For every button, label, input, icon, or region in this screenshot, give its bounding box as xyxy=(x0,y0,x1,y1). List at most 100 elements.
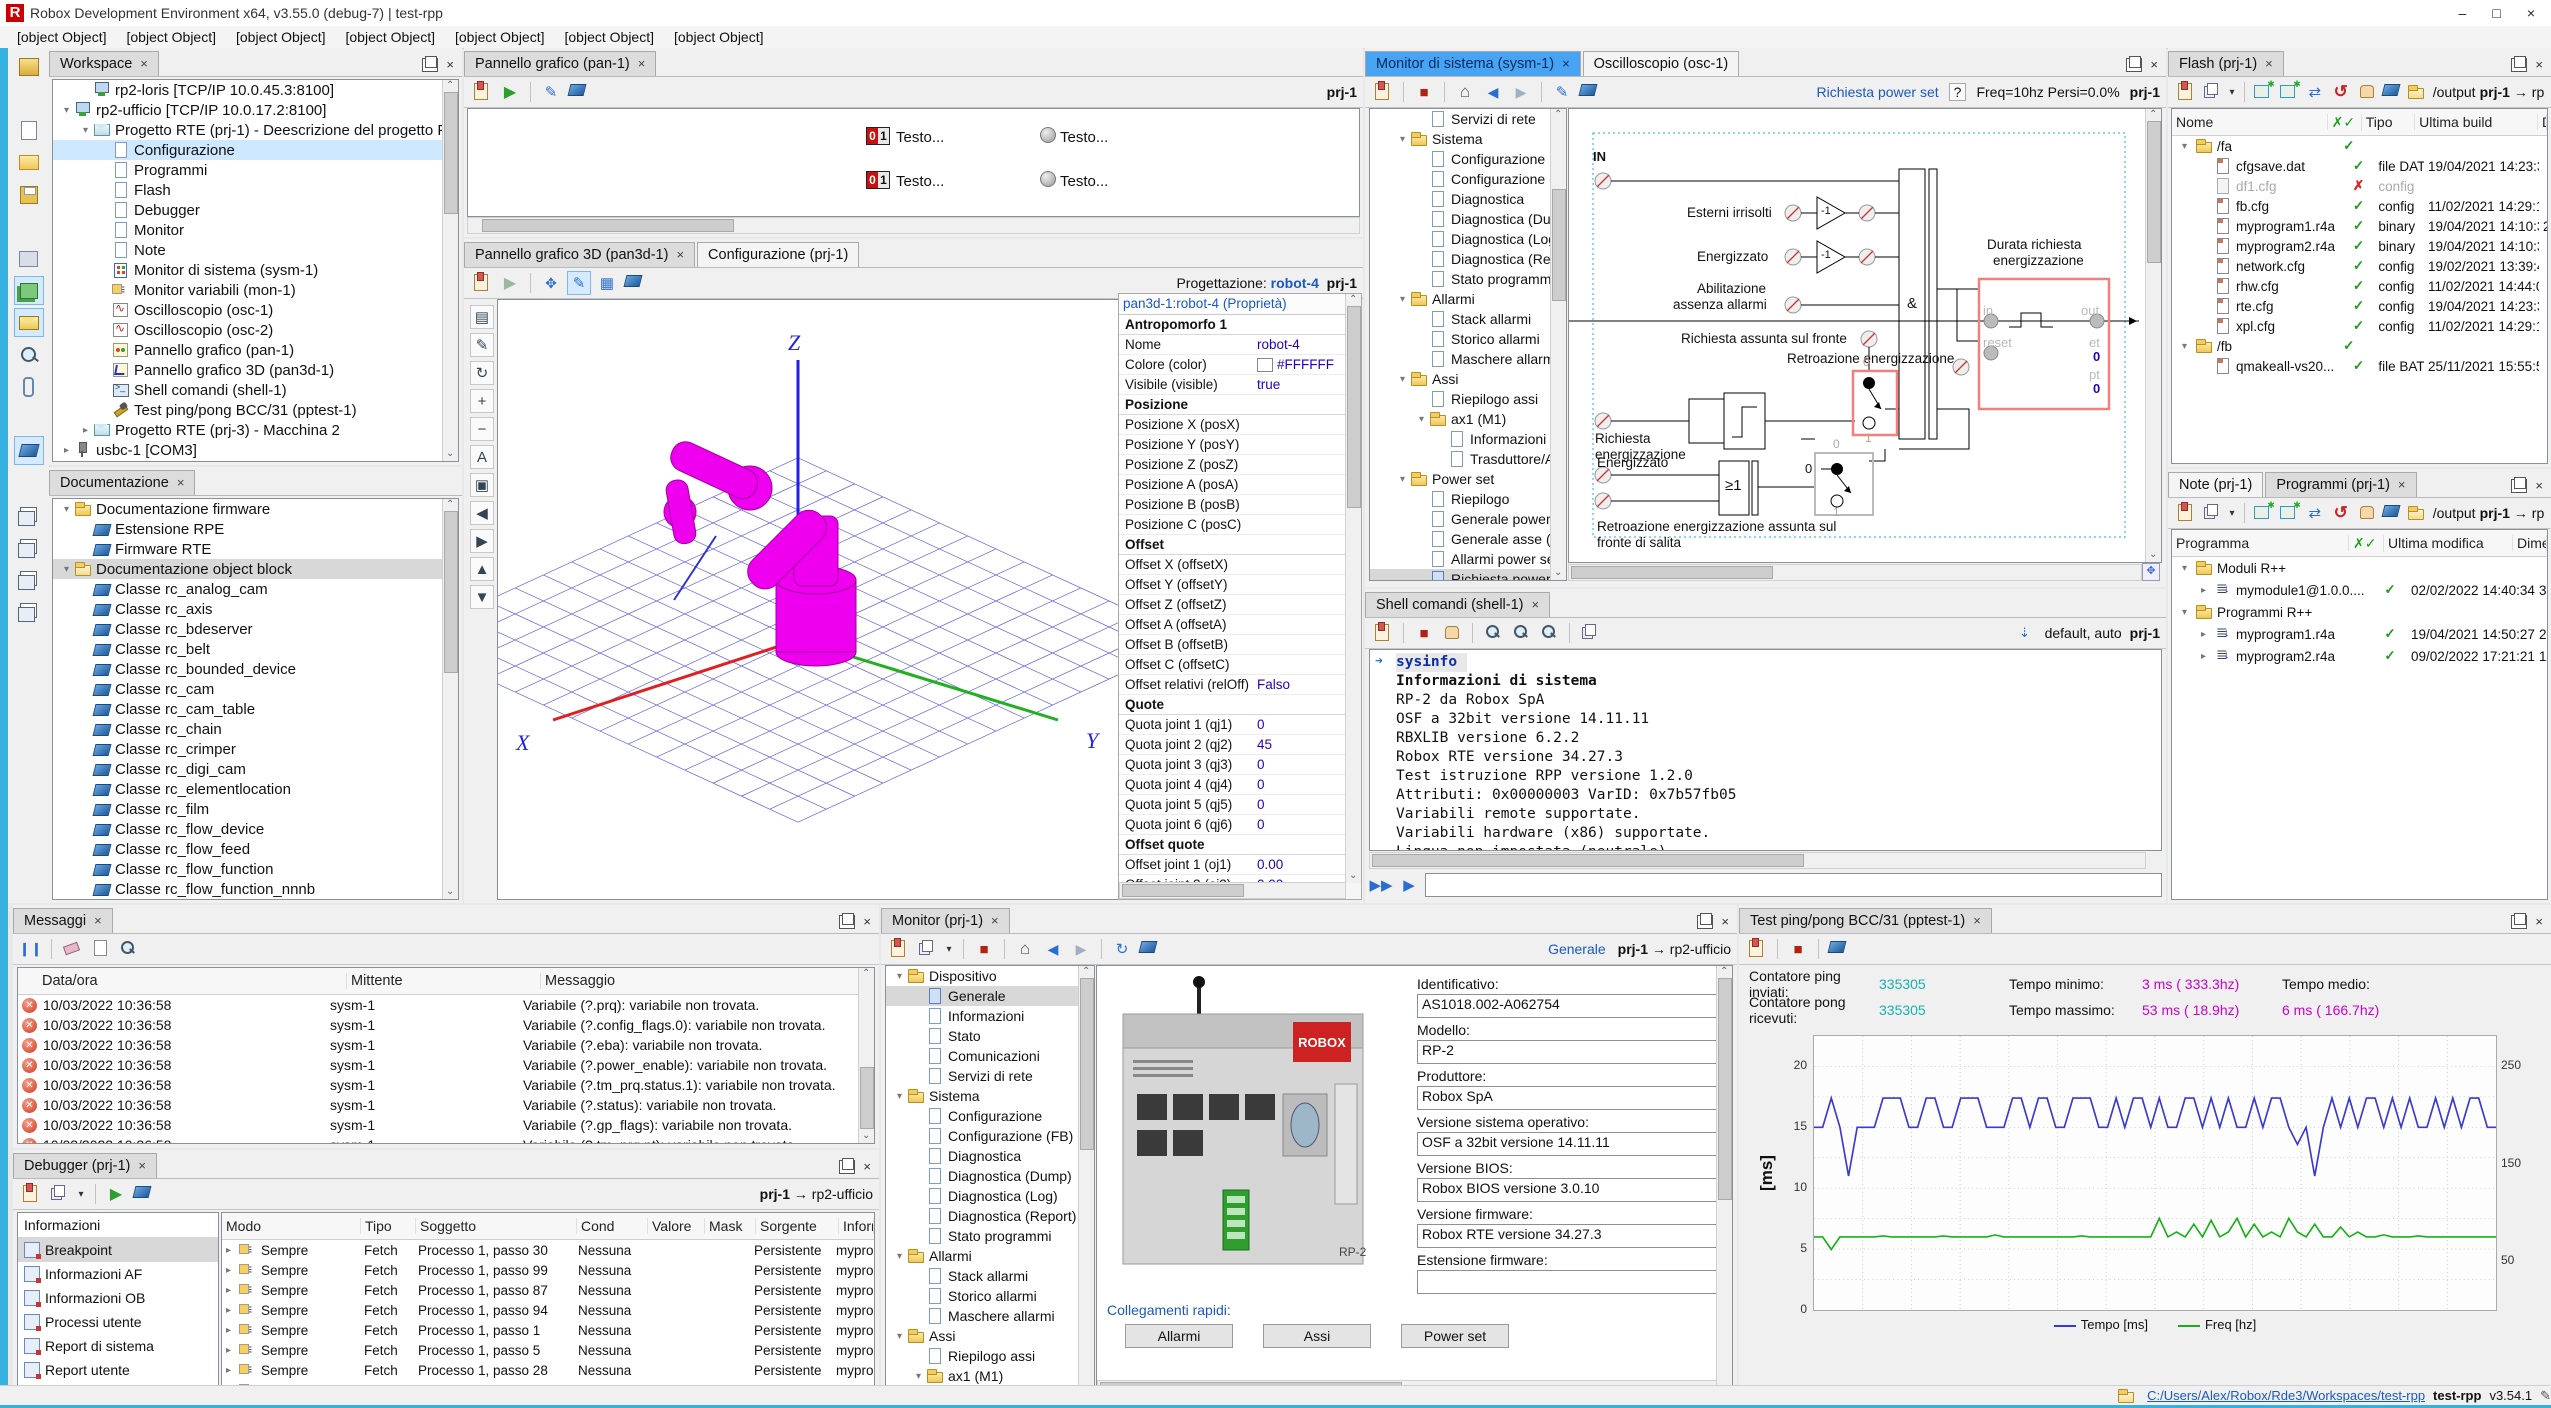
workspace-tree-item[interactable]: Pannello grafico (pan-1) xyxy=(53,340,458,360)
breakpoint-row[interactable]: ▸ Sempre Fetch Processo 1, passo 99 Ness… xyxy=(222,1260,874,1280)
help-book-icon[interactable] xyxy=(623,271,647,295)
sync-icon[interactable]: ⇄ xyxy=(2303,501,2327,525)
stop-icon[interactable]: ■ xyxy=(1412,621,1436,645)
menu-item[interactable]: [object Object] xyxy=(665,29,773,45)
messages-scrollbar[interactable] xyxy=(858,968,874,1143)
help-book-icon[interactable] xyxy=(2381,80,2405,104)
chevron-icon[interactable]: ▾ xyxy=(59,105,74,116)
property-row[interactable]: Offset C (offsetC) xyxy=(1119,655,1346,675)
dropdown-icon[interactable]: ▾ xyxy=(75,1182,87,1206)
monitor-tree-item[interactable]: ▾ Allarmi xyxy=(886,1246,1094,1266)
documentation-tree-item[interactable]: ▾ Documentazione firmware xyxy=(53,499,458,519)
copy-icon[interactable] xyxy=(2200,80,2224,104)
app-toolbar-button[interactable] xyxy=(14,500,44,529)
zoom-out-icon[interactable] xyxy=(1537,621,1561,645)
sysm-tree-item[interactable]: Generale asse (pow... xyxy=(1370,529,1566,549)
diagram-hscrollbar[interactable] xyxy=(1568,564,2142,581)
output-label[interactable]: /output xyxy=(2433,84,2476,100)
sysm-tree-item[interactable]: ▾ Allarmi xyxy=(1370,289,1566,309)
breakpoint-row[interactable]: ▸ Sempre Fetch Processo 1, passo 1 Nessu… xyxy=(222,1320,874,1340)
close-panel-icon[interactable]: × xyxy=(863,914,871,929)
sysm-tree-item[interactable]: Stato programmi xyxy=(1370,269,1566,289)
app-toolbar-button[interactable] xyxy=(14,180,44,209)
app-toolbar-button[interactable] xyxy=(14,116,44,145)
revert-icon[interactable]: ↺ xyxy=(2329,501,2353,525)
new-config-icon[interactable] xyxy=(2174,501,2198,525)
sysm-tree-item[interactable]: Configurazione (FB) xyxy=(1370,169,1566,189)
message-row[interactable]: ✕10/03/2022 10:36:58 sysm-1 Variabile (?… xyxy=(18,1075,874,1095)
sysm-tree-item[interactable]: Diagnostica xyxy=(1370,189,1566,209)
new-config-icon[interactable] xyxy=(2174,80,2198,104)
property-row[interactable]: Posizione xyxy=(1119,395,1346,415)
workspace-tree-item[interactable]: ▸ usbc-1 [COM3] xyxy=(53,440,458,460)
debugger-category-item[interactable]: Informazioni OB xyxy=(18,1286,218,1310)
property-row[interactable]: Colore (color) #FFFFFF xyxy=(1119,355,1346,375)
documentation-tree-item[interactable]: Classe rc_elementlocation xyxy=(53,779,458,799)
property-row[interactable]: Posizione C (posC) xyxy=(1119,515,1346,535)
message-row[interactable]: ✕10/03/2022 10:36:58 sysm-1 Variabile (?… xyxy=(18,1095,874,1115)
help-book-icon[interactable] xyxy=(132,1182,156,1206)
field-value[interactable]: Robox BIOS versione 3.0.10 xyxy=(1417,1178,1727,1202)
workspace-tree-item[interactable]: Shell comandi (shell-1) xyxy=(53,380,458,400)
sysm-tree-item[interactable]: Servizi di rete xyxy=(1370,109,1566,129)
zoom-in-icon[interactable] xyxy=(1509,621,1533,645)
viewport-3d[interactable]: X Y Z xyxy=(497,299,1119,900)
close-button[interactable]: × xyxy=(2527,5,2535,21)
workspace-tree-item[interactable]: Note xyxy=(53,240,458,260)
workspace-tree-item[interactable]: Pannello grafico 3D (pan3d-1) xyxy=(53,360,458,380)
messages-grid-header[interactable]: Data/ora Mittente Messaggio xyxy=(18,968,874,995)
zoom-icon[interactable] xyxy=(1481,621,1505,645)
sysm-tree-item[interactable]: Diagnostica (Dump) xyxy=(1370,209,1566,229)
lamp-icon[interactable] xyxy=(1040,171,1056,187)
documentation-tree-item[interactable]: Classe rc_cam_table xyxy=(53,699,458,719)
monitor-tree-item[interactable]: Stato programmi xyxy=(886,1226,1094,1246)
forward-icon[interactable]: ▶ xyxy=(1069,937,1093,961)
flash-file-row[interactable]: network.cfg ✓ config 19/02/2021 13:39:46 xyxy=(2172,256,2547,276)
flash-file-row[interactable]: rhw.cfg ✓ config 11/02/2021 14:44:00 xyxy=(2172,276,2547,296)
new-config-icon[interactable] xyxy=(1745,937,1769,961)
monitor-tree-item[interactable]: Configurazione (FB) xyxy=(886,1126,1094,1146)
app-toolbar-button[interactable] xyxy=(14,340,44,369)
menu-item[interactable]: [object Object] xyxy=(337,29,445,45)
monitor-tree-item[interactable]: ▾ ax1 (M1) xyxy=(886,1366,1094,1386)
debugger-category-item[interactable]: Report utente xyxy=(18,1358,218,1382)
tab-messaggi[interactable]: Messaggi× xyxy=(13,908,113,933)
pause-icon[interactable]: ❙❙ xyxy=(19,937,43,961)
revert-icon[interactable]: ↺ xyxy=(2329,80,2353,104)
pan-icon[interactable] xyxy=(2355,501,2379,525)
breakpoint-row[interactable]: ▸ Sempre Fetch Processo 1, passo 94 Ness… xyxy=(222,1300,874,1320)
debugger-grid-header[interactable]: Modo Tipo Soggetto Cond Valore Mask Sorg… xyxy=(222,1213,874,1240)
property-row[interactable]: Quote xyxy=(1119,695,1346,715)
flash-file-row[interactable]: xpl.cfg ✓ config 11/02/2021 14:29:16 xyxy=(2172,316,2547,336)
tab-note[interactable]: Note (prj-1) xyxy=(2168,472,2263,497)
sysm-tree-item[interactable]: Diagnostica (Report) xyxy=(1370,249,1566,269)
app-toolbar-button[interactable] xyxy=(14,84,44,113)
property-row[interactable]: Posizione Y (posY) xyxy=(1119,435,1346,455)
home-icon[interactable]: ⌂ xyxy=(1453,80,1477,104)
tab-monitor[interactable]: Monitor (prj-1)× xyxy=(881,908,1010,933)
documentation-tree-item[interactable]: Classe rc_belt xyxy=(53,639,458,659)
app-toolbar-button[interactable] xyxy=(14,468,44,497)
sysm-tree-item[interactable]: ▾ ax1 (M1) xyxy=(1370,409,1566,429)
digital-display[interactable]: 01 xyxy=(866,171,890,189)
float-panel-icon[interactable] xyxy=(2511,915,2527,929)
message-row[interactable]: ✕10/03/2022 10:36:58 sysm-1 Variabile (?… xyxy=(18,1015,874,1035)
sysm-tree-item[interactable]: Informazioni b... xyxy=(1370,429,1566,449)
help-book-icon[interactable] xyxy=(1578,80,1602,104)
pan1-hscrollbar[interactable] xyxy=(467,217,1360,234)
stop-icon[interactable]: ■ xyxy=(1786,937,1810,961)
app-toolbar-button[interactable] xyxy=(14,52,44,81)
pin-icon[interactable]: ⇣ xyxy=(2013,621,2037,645)
view3d-tool-icon[interactable]: − xyxy=(470,417,494,441)
view3d-tool-icon[interactable]: ◀ xyxy=(470,501,494,525)
debugger-category-item[interactable]: Report di sistema xyxy=(18,1334,218,1358)
search-icon[interactable] xyxy=(116,937,140,961)
refresh-icon[interactable]: ↻ xyxy=(1110,937,1134,961)
flash-file-row[interactable]: myprogram1.r4a ✓ binary 19/04/2021 14:10… xyxy=(2172,216,2547,236)
app-toolbar-button[interactable] xyxy=(14,308,44,337)
documentation-tree-item[interactable]: Classe rc_flow_device xyxy=(53,819,458,839)
help-book-icon[interactable] xyxy=(1138,937,1162,961)
property-row[interactable]: Quota joint 6 (qj6) 0 xyxy=(1119,815,1346,835)
property-row[interactable]: Posizione A (posA) xyxy=(1119,475,1346,495)
clear-icon[interactable] xyxy=(60,937,84,961)
